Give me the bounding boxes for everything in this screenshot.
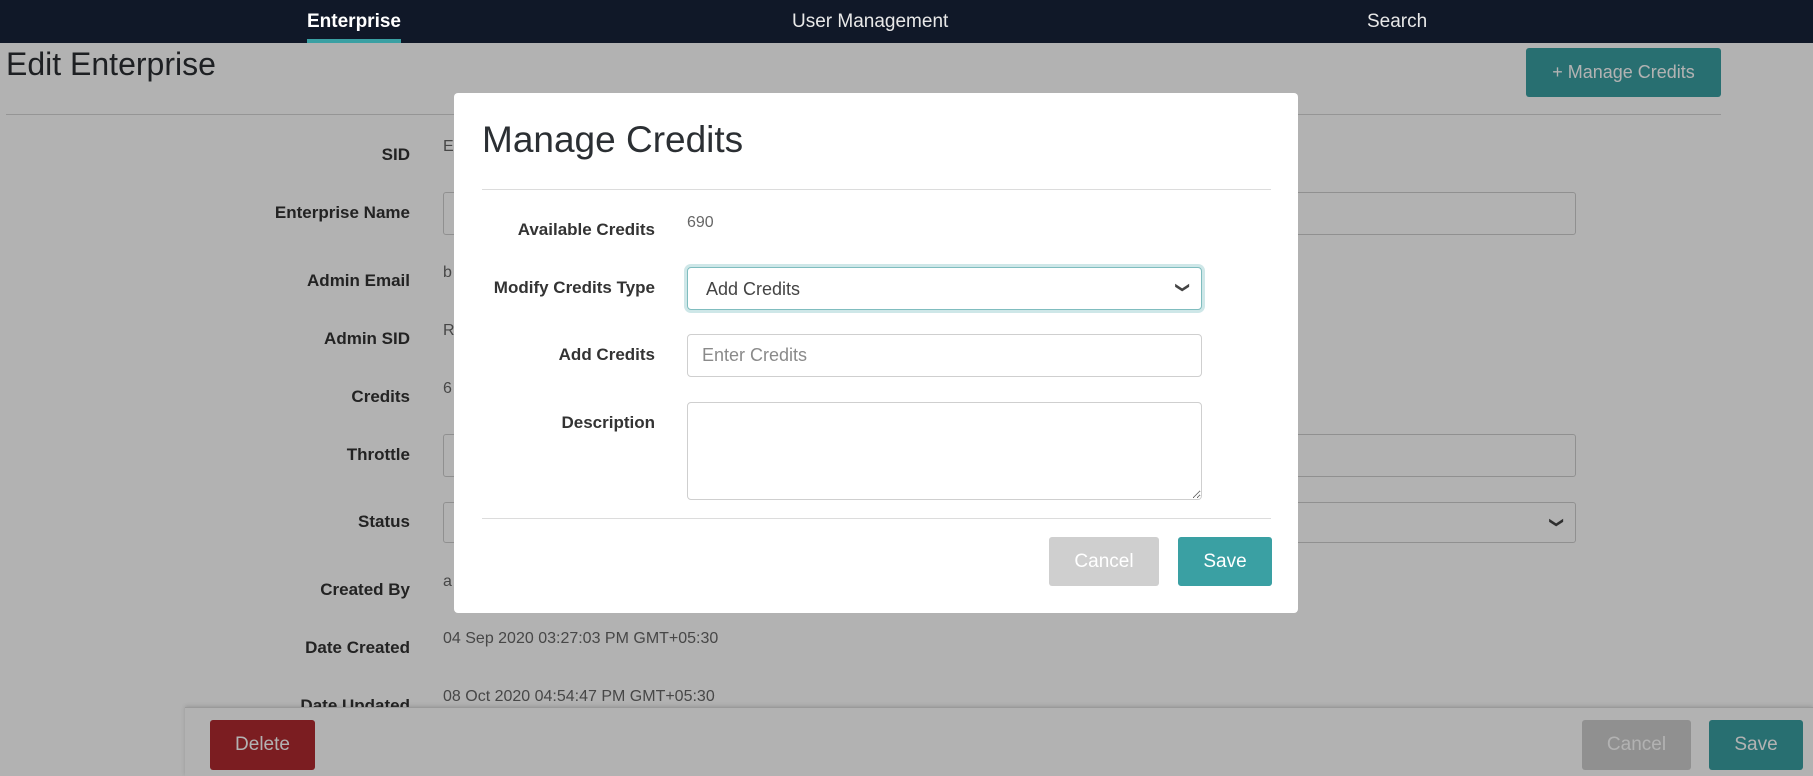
description-label: Description — [561, 413, 655, 432]
nav-tab-label: User Management — [792, 11, 949, 32]
modal-header-divider — [482, 189, 1271, 190]
description-textarea[interactable] — [687, 402, 1202, 500]
modal-title: Manage Credits — [482, 119, 744, 160]
available-credits-value: 690 — [687, 214, 714, 231]
add-credits-label: Add Credits — [558, 345, 655, 364]
select-value: Add Credits — [706, 279, 801, 299]
modify-credits-type-select[interactable]: Add Credits ❯ — [687, 267, 1202, 310]
nav-tab-enterprise[interactable]: Enterprise — [307, 0, 401, 43]
top-nav: Enterprise User Management Search — [0, 0, 1813, 43]
nav-tab-label: Enterprise — [307, 11, 401, 32]
nav-tab-user-management[interactable]: User Management — [792, 0, 948, 43]
chevron-down-icon: ❯ — [1175, 281, 1192, 294]
modal-cancel-button[interactable]: Cancel — [1049, 537, 1159, 586]
nav-tab-label: Search — [1367, 11, 1428, 32]
modal-footer-divider — [482, 518, 1271, 519]
modal-save-button[interactable]: Save — [1178, 537, 1272, 586]
nav-tab-search[interactable]: Search — [1367, 0, 1427, 43]
available-credits-label: Available Credits — [517, 220, 655, 239]
manage-credits-modal: Manage Credits Available Credits 690 Mod… — [454, 93, 1298, 613]
modify-credits-type-label: Modify Credits Type — [493, 278, 655, 297]
add-credits-input[interactable] — [687, 334, 1202, 377]
